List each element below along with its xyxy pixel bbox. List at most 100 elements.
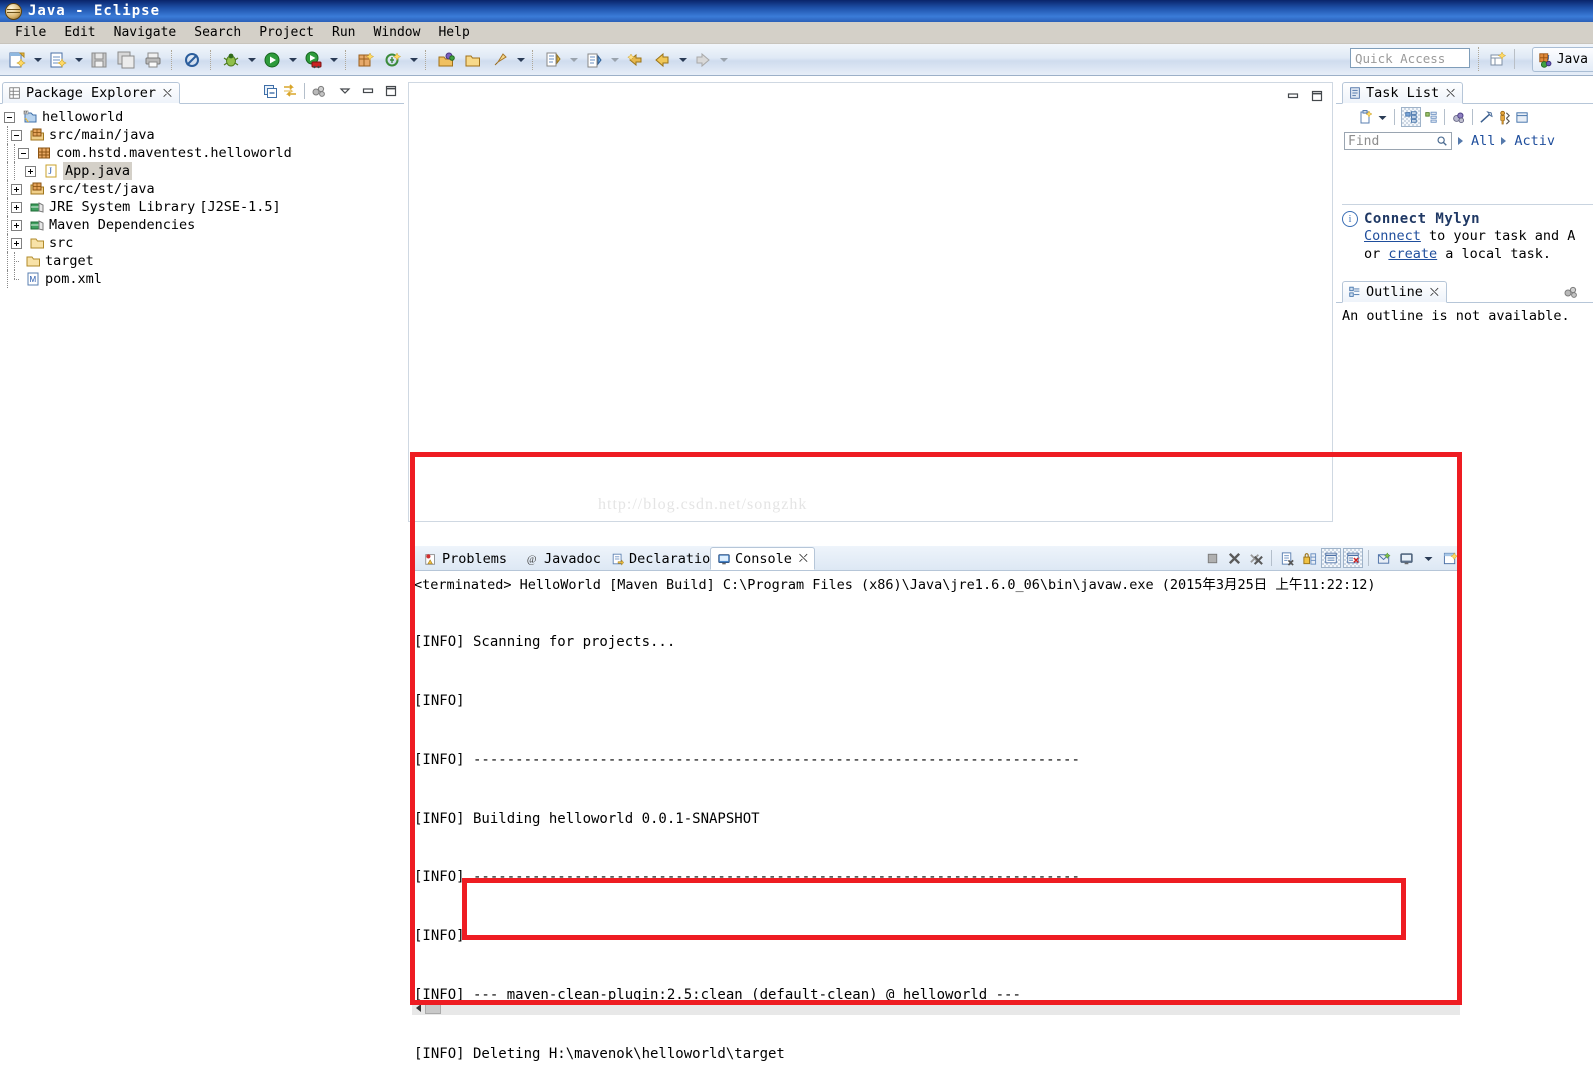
new-class-dropdown-icon[interactable] [407, 48, 420, 72]
tree-item-maven-dependencies[interactable]: Maven Dependencies [4, 216, 402, 234]
run-icon[interactable] [259, 47, 285, 73]
tab-console[interactable]: Console ⛌ [710, 547, 815, 570]
link-with-editor-icon[interactable] [282, 83, 298, 99]
expander-icon[interactable] [25, 165, 36, 177]
next-annotation-dropdown-icon[interactable] [567, 48, 580, 72]
maximize-icon[interactable] [1310, 89, 1324, 103]
word-wrap-icon[interactable] [1321, 548, 1341, 568]
show-console-on-output-icon[interactable] [1343, 548, 1363, 568]
last-edit-location-icon[interactable] [622, 47, 648, 73]
pin-console-icon[interactable] [1374, 548, 1394, 568]
run-dropdown-icon[interactable] [286, 48, 299, 72]
back-dropdown-icon[interactable] [676, 48, 689, 72]
next-annotation-icon[interactable] [540, 47, 566, 73]
new-task-icon[interactable] [1358, 109, 1374, 125]
clear-console-icon[interactable] [1277, 548, 1297, 568]
maximize-icon[interactable] [384, 84, 398, 98]
expander-icon[interactable] [11, 219, 22, 231]
view-menu-icon[interactable] [1563, 284, 1579, 300]
expander-icon[interactable] [11, 129, 22, 141]
menu-edit[interactable]: Edit [55, 23, 104, 42]
filter-active[interactable]: Activ [1514, 133, 1555, 149]
forward-dropdown-icon[interactable] [717, 48, 730, 72]
close-icon[interactable]: ⛌ [163, 86, 172, 101]
remove-all-terminated-icon[interactable] [1246, 548, 1266, 568]
expander-icon[interactable] [11, 201, 22, 213]
collapse-all-icon[interactable] [1479, 110, 1494, 125]
focus-on-workweek-icon[interactable] [1451, 110, 1466, 125]
display-selected-console-icon[interactable] [1396, 548, 1416, 568]
tree-item-src-main-java[interactable]: src/main/java [4, 126, 402, 144]
create-link[interactable]: create [1388, 246, 1437, 262]
expander-icon[interactable] [11, 237, 22, 249]
activate-task-icon[interactable] [1497, 110, 1512, 125]
quick-access-input[interactable]: Quick Access [1350, 48, 1470, 68]
expander-icon[interactable] [11, 183, 22, 195]
minimize-icon[interactable] [361, 84, 375, 98]
tab-problems[interactable]: Problems [418, 547, 513, 570]
perspective-java-button[interactable]: J Java [1531, 47, 1593, 72]
find-input[interactable]: Find [1344, 132, 1452, 150]
menu-search[interactable]: Search [185, 23, 250, 42]
new-wizard-icon[interactable] [4, 47, 30, 73]
run-external-dropdown-icon[interactable] [327, 48, 340, 72]
console-horizontal-scrollbar[interactable] [412, 1000, 1460, 1015]
tree-item-target[interactable]: target [4, 252, 402, 270]
menu-project[interactable]: Project [250, 23, 323, 42]
tab-javadoc[interactable]: @ Javadoc [520, 547, 607, 570]
tree-item-src[interactable]: src [4, 234, 402, 252]
new-java-class-icon[interactable] [353, 47, 379, 73]
debug-icon[interactable] [218, 47, 244, 73]
new-task-dropdown-icon[interactable] [1377, 112, 1388, 123]
open-console-icon[interactable] [1440, 548, 1460, 568]
open-type-icon[interactable] [433, 47, 459, 73]
filter-all[interactable]: All [1471, 133, 1495, 149]
new-java-project-dropdown-icon[interactable] [72, 48, 85, 72]
new-annotation-icon[interactable] [380, 47, 406, 73]
categorized-mode-icon[interactable] [1401, 107, 1421, 127]
connect-link[interactable]: Connect [1364, 228, 1421, 244]
back-icon[interactable] [649, 47, 675, 73]
toggle-breadcrumb-icon[interactable] [179, 47, 205, 73]
console-output[interactable]: [INFO] Scanning for projects... [INFO] [… [414, 594, 1460, 1070]
chevron-down-icon[interactable] [338, 84, 352, 98]
tab-task-list[interactable]: Task List ⛌ [1342, 82, 1464, 104]
scrollbar-thumb[interactable] [425, 1002, 441, 1014]
tree-item-src-test-java[interactable]: src/test/java [4, 180, 402, 198]
tree-item-pom-xml[interactable]: M pom.xml [4, 270, 402, 288]
tree-item-app-java[interactable]: J App.java [4, 162, 402, 180]
new-java-project-icon[interactable] [45, 47, 71, 73]
debug-dropdown-icon[interactable] [245, 48, 258, 72]
scroll-lock-icon[interactable] [1299, 548, 1319, 568]
open-resource-icon[interactable] [460, 47, 486, 73]
previous-annotation-dropdown-icon[interactable] [608, 48, 621, 72]
close-icon[interactable]: ⛌ [799, 551, 808, 566]
open-perspective-icon[interactable] [1487, 48, 1509, 70]
new-wizard-dropdown-icon[interactable] [31, 48, 44, 72]
collapse-all-icon[interactable] [263, 83, 279, 99]
search-icon[interactable] [487, 47, 513, 73]
menu-file[interactable]: File [6, 23, 55, 42]
tree-item-jre-system-library[interactable]: JRE System Library [J2SE-1.5] [4, 198, 402, 216]
previous-annotation-icon[interactable] [581, 47, 607, 73]
menu-navigate[interactable]: Navigate [105, 23, 186, 42]
close-icon[interactable]: ⛌ [1430, 285, 1439, 300]
minimize-icon[interactable] [1286, 89, 1300, 103]
expander-icon[interactable] [18, 147, 29, 159]
scheduled-mode-icon[interactable] [1424, 110, 1438, 124]
view-menu-icon[interactable] [1515, 110, 1530, 125]
tree-item-package[interactable]: com.hstd.maventest.helloworld [4, 144, 402, 162]
close-icon[interactable]: ⛌ [1446, 86, 1455, 101]
tab-outline[interactable]: Outline ⛌ [1342, 281, 1447, 303]
tree-item-helloworld[interactable]: M helloworld [4, 108, 402, 126]
search-dropdown-icon[interactable] [514, 48, 527, 72]
tab-package-explorer[interactable]: Package Explorer ⛌ [2, 82, 180, 104]
menu-window[interactable]: Window [365, 23, 430, 42]
dropdown-icon[interactable] [1418, 548, 1438, 568]
menu-run[interactable]: Run [323, 23, 364, 42]
run-external-tools-icon[interactable] [300, 47, 326, 73]
remove-launch-icon[interactable] [1224, 548, 1244, 568]
expander-icon[interactable] [4, 111, 15, 123]
tab-declaration[interactable]: Declaration [605, 547, 724, 570]
scroll-left-icon[interactable] [412, 1002, 425, 1015]
